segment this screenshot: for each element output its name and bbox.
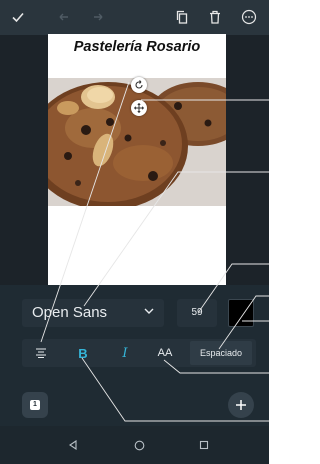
- text-color-swatch[interactable]: [228, 299, 254, 327]
- redo-icon[interactable]: [90, 9, 106, 25]
- home-icon[interactable]: [130, 436, 148, 454]
- spacing-button[interactable]: Espaciado: [190, 341, 252, 365]
- card-title[interactable]: Pastelería Rosario: [48, 39, 226, 55]
- font-family-dropdown[interactable]: Open Sans: [22, 299, 164, 327]
- add-button[interactable]: [228, 392, 254, 418]
- layers-button[interactable]: 1: [22, 392, 48, 418]
- more-icon[interactable]: [241, 9, 257, 25]
- text-toolbar: Open Sans 59 B I AA Espaciado 1: [0, 285, 269, 418]
- top-bar: [0, 0, 269, 35]
- align-center-icon[interactable]: [28, 339, 54, 367]
- recents-icon[interactable]: [195, 436, 213, 454]
- back-icon[interactable]: [64, 436, 82, 454]
- bold-button[interactable]: B: [70, 339, 96, 367]
- italic-button[interactable]: I: [112, 339, 138, 367]
- phone-screen: Pastelería Rosario Open Sans 59 B I AA E…: [0, 0, 269, 464]
- chevron-down-icon: [144, 306, 154, 318]
- copy-icon[interactable]: [174, 9, 190, 25]
- font-name: Open Sans: [32, 304, 108, 321]
- uppercase-button[interactable]: AA: [150, 339, 180, 367]
- plus-icon: [236, 400, 246, 410]
- move-handle-icon[interactable]: [131, 100, 147, 116]
- system-nav-bar: [0, 426, 269, 464]
- check-icon[interactable]: [10, 9, 26, 25]
- font-size-value: 59: [191, 307, 203, 318]
- font-size-input[interactable]: 59: [177, 299, 217, 327]
- design-card[interactable]: Pastelería Rosario: [48, 34, 226, 286]
- text-style-row: B I AA Espaciado: [22, 339, 256, 367]
- trash-icon[interactable]: [207, 9, 223, 25]
- undo-icon[interactable]: [56, 9, 72, 25]
- layers-icon: 1: [30, 400, 40, 410]
- cookie-photo[interactable]: [48, 78, 226, 206]
- rotate-handle-icon[interactable]: [131, 77, 147, 93]
